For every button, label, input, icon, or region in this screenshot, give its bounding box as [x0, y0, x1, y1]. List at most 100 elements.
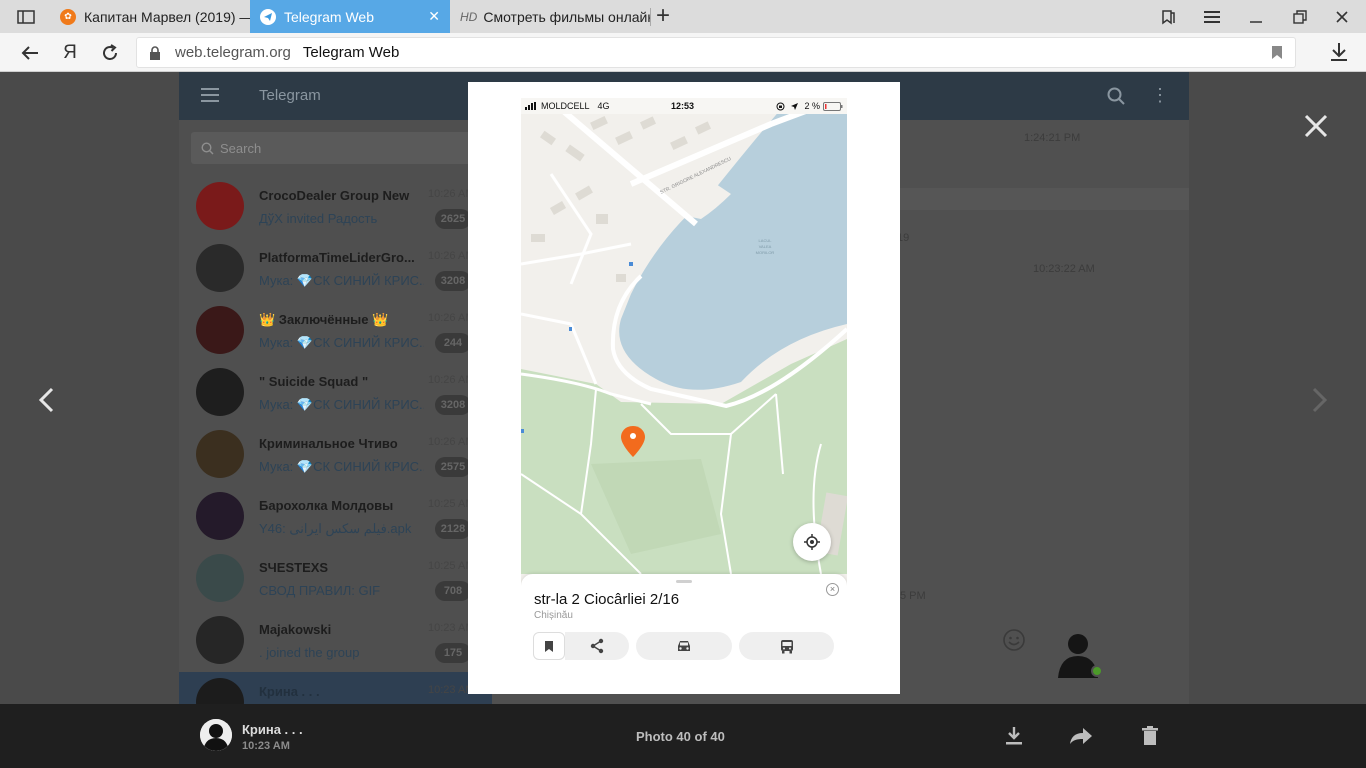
- car-icon: [678, 641, 690, 651]
- search-icon[interactable]: [1107, 87, 1125, 110]
- dialog-item[interactable]: Криминальное Чтиво Мука: 💎СК СИНИЙ КРИС..…: [179, 424, 492, 486]
- dialog-last-message: . joined the group: [259, 645, 360, 660]
- lake-label-line: LACUL: [759, 238, 773, 243]
- bookmark-icon[interactable]: [1271, 45, 1283, 65]
- place-name: str-la 2 Ciocârliei 2/16: [534, 591, 680, 608]
- carrier: MOLDCELL 4G: [525, 101, 610, 111]
- phone-screenshot: MOLDCELL 4G 12:53 2 % STR. GRIGORE ALEXA…: [521, 98, 847, 678]
- close-tab-icon[interactable]: ✕: [428, 8, 440, 25]
- dialog-last-message: Y46: فیلم سکس ایرانی.apk: [259, 521, 412, 536]
- previous-photo-icon[interactable]: [36, 386, 58, 414]
- carrier-name: MOLDCELL: [541, 101, 590, 111]
- telegram-title: Telegram: [259, 87, 321, 104]
- search-placeholder: Search: [220, 140, 262, 156]
- browser-tab-movies[interactable]: HD Смотреть фильмы онлайн: [450, 0, 650, 33]
- dialog-name: Majakowski: [259, 622, 332, 637]
- tab-separator: [650, 8, 651, 26]
- lock-icon[interactable]: [145, 43, 165, 63]
- dialog-item[interactable]: Majakowski. joined the group 10:23 AM 175: [179, 610, 492, 672]
- dialog-avatar: [196, 430, 244, 478]
- yandex-icon[interactable]: Я: [58, 41, 82, 65]
- crosshair-icon: [804, 534, 820, 550]
- film-reel-icon: ✿: [60, 8, 76, 25]
- search-icon: [201, 141, 214, 154]
- dialog-search-input[interactable]: Search: [191, 132, 481, 164]
- dialog-item[interactable]: PlatformaTimeLiderGro... Мука: 💎СК СИНИЙ …: [179, 238, 492, 300]
- dialog-name: CrocoDealer Group New: [259, 188, 410, 203]
- status-right: 2 %: [776, 101, 843, 111]
- phone-time: 12:53: [671, 101, 695, 111]
- menu-icon[interactable]: [1190, 0, 1234, 33]
- unread-badge: 244: [435, 333, 471, 353]
- lake-label-line: MORILOR: [756, 250, 775, 255]
- my-location-button[interactable]: [793, 523, 831, 561]
- dialog-avatar: [196, 306, 244, 354]
- dialog-last-message: Мука: 💎СК СИНИЙ КРИС...: [259, 397, 424, 412]
- dialog-name: Барохолка Молдовы: [259, 498, 394, 513]
- network-type: 4G: [597, 101, 610, 111]
- message-time: 5 PM: [900, 590, 926, 602]
- dialog-name: ЅЧЕЅТЕХЅ: [259, 560, 329, 575]
- dialog-avatar: [196, 616, 244, 664]
- dialog-item[interactable]: CrocoDealer Group New ДўХ invited Радость…: [179, 176, 492, 238]
- url-page-title: Telegram Web: [302, 44, 400, 61]
- dialog-avatar: [196, 554, 244, 602]
- unread-badge: 175: [435, 643, 471, 663]
- download-photo-icon[interactable]: [1002, 724, 1026, 748]
- bookmarks-panel-icon[interactable]: [1146, 0, 1190, 33]
- new-tab-icon[interactable]: +: [656, 4, 670, 28]
- phone-status-bar: MOLDCELL 4G 12:53 2 %: [521, 98, 847, 114]
- downloads-icon[interactable]: [1326, 39, 1352, 65]
- minimize-icon[interactable]: [1234, 0, 1278, 33]
- forward-photo-icon[interactable]: [1069, 724, 1093, 748]
- browser-tabbar: ✿ Капитан Марвел (2019) — Telegram Web ✕…: [0, 0, 1366, 33]
- map-view[interactable]: STR. GRIGORE ALEXANDRESCU LACUL VALEA MO…: [521, 114, 847, 574]
- next-photo-icon[interactable]: [1308, 386, 1330, 414]
- reload-icon[interactable]: [98, 41, 122, 65]
- browser-tab-telegram[interactable]: Telegram Web ✕: [250, 0, 450, 33]
- dialog-item[interactable]: ЅЧЕЅТЕХЅ СВОД ПРАВИЛ: GIF 10:25 AM 708: [179, 548, 492, 610]
- sender-name[interactable]: Крина . . .: [242, 722, 303, 737]
- dialog-name: PlatformaTimeLiderGro...: [259, 250, 415, 265]
- hamburger-menu-icon[interactable]: [201, 88, 219, 102]
- tab-title: Telegram Web: [284, 8, 375, 25]
- photo-date[interactable]: 10:23 AM: [242, 740, 290, 752]
- viewer-photo[interactable]: MOLDCELL 4G 12:53 2 % STR. GRIGORE ALEXA…: [468, 82, 900, 694]
- route-transit-button[interactable]: [739, 632, 834, 660]
- battery-icon: [823, 101, 843, 111]
- more-vertical-icon[interactable]: ⋮: [1151, 86, 1169, 104]
- my-avatar[interactable]: [1052, 626, 1104, 678]
- drag-handle[interactable]: [676, 580, 692, 583]
- delete-photo-icon[interactable]: [1138, 724, 1162, 748]
- unread-badge: 3208: [435, 271, 471, 291]
- url-field[interactable]: web.telegram.org Telegram Web: [136, 37, 1296, 68]
- tab-title: Капитан Марвел (2019) —: [84, 8, 250, 25]
- sidebar-toggle-icon[interactable]: [10, 6, 42, 28]
- dialog-item[interactable]: Барохолка Молдовы Y46: فیلم سکس ایرانی.ap…: [179, 486, 492, 548]
- photo-counter: Photo 40 of 40: [636, 729, 725, 744]
- dialog-item[interactable]: " Suicide Squad " Мука: 💎СК СИНИЙ КРИС...…: [179, 362, 492, 424]
- back-arrow-icon[interactable]: [18, 41, 42, 65]
- rotation-lock-icon: [776, 102, 785, 110]
- dialog-last-message: ДўХ invited Радость: [259, 211, 378, 226]
- restore-icon[interactable]: [1278, 0, 1322, 33]
- telegram-icon: [260, 8, 276, 25]
- save-place-button[interactable]: [533, 632, 565, 660]
- sender-avatar[interactable]: [200, 719, 232, 751]
- dialog-avatar: [196, 368, 244, 416]
- dialog-avatar: [196, 244, 244, 292]
- dialog-avatar: [196, 492, 244, 540]
- message-time: 10:23:22 AM: [1033, 263, 1095, 275]
- emoji-icon[interactable]: [1002, 628, 1026, 657]
- tab-title: Смотреть фильмы онлайн: [483, 8, 650, 25]
- share-button[interactable]: [565, 632, 629, 660]
- place-city: Chișinău: [534, 610, 573, 621]
- close-card-icon[interactable]: ×: [826, 583, 839, 596]
- dialog-item[interactable]: 👑 Заключённые 👑 Мука: 💎СК СИНИЙ КРИС... 10…: [179, 300, 492, 362]
- dialog-name: " Suicide Squad ": [259, 374, 369, 389]
- close-window-icon[interactable]: [1320, 0, 1364, 33]
- close-viewer-icon[interactable]: [1302, 112, 1330, 140]
- battery-percent: 2 %: [804, 101, 820, 111]
- route-car-button[interactable]: [636, 632, 732, 660]
- browser-tab-marvel[interactable]: ✿ Капитан Марвел (2019) —: [50, 0, 250, 33]
